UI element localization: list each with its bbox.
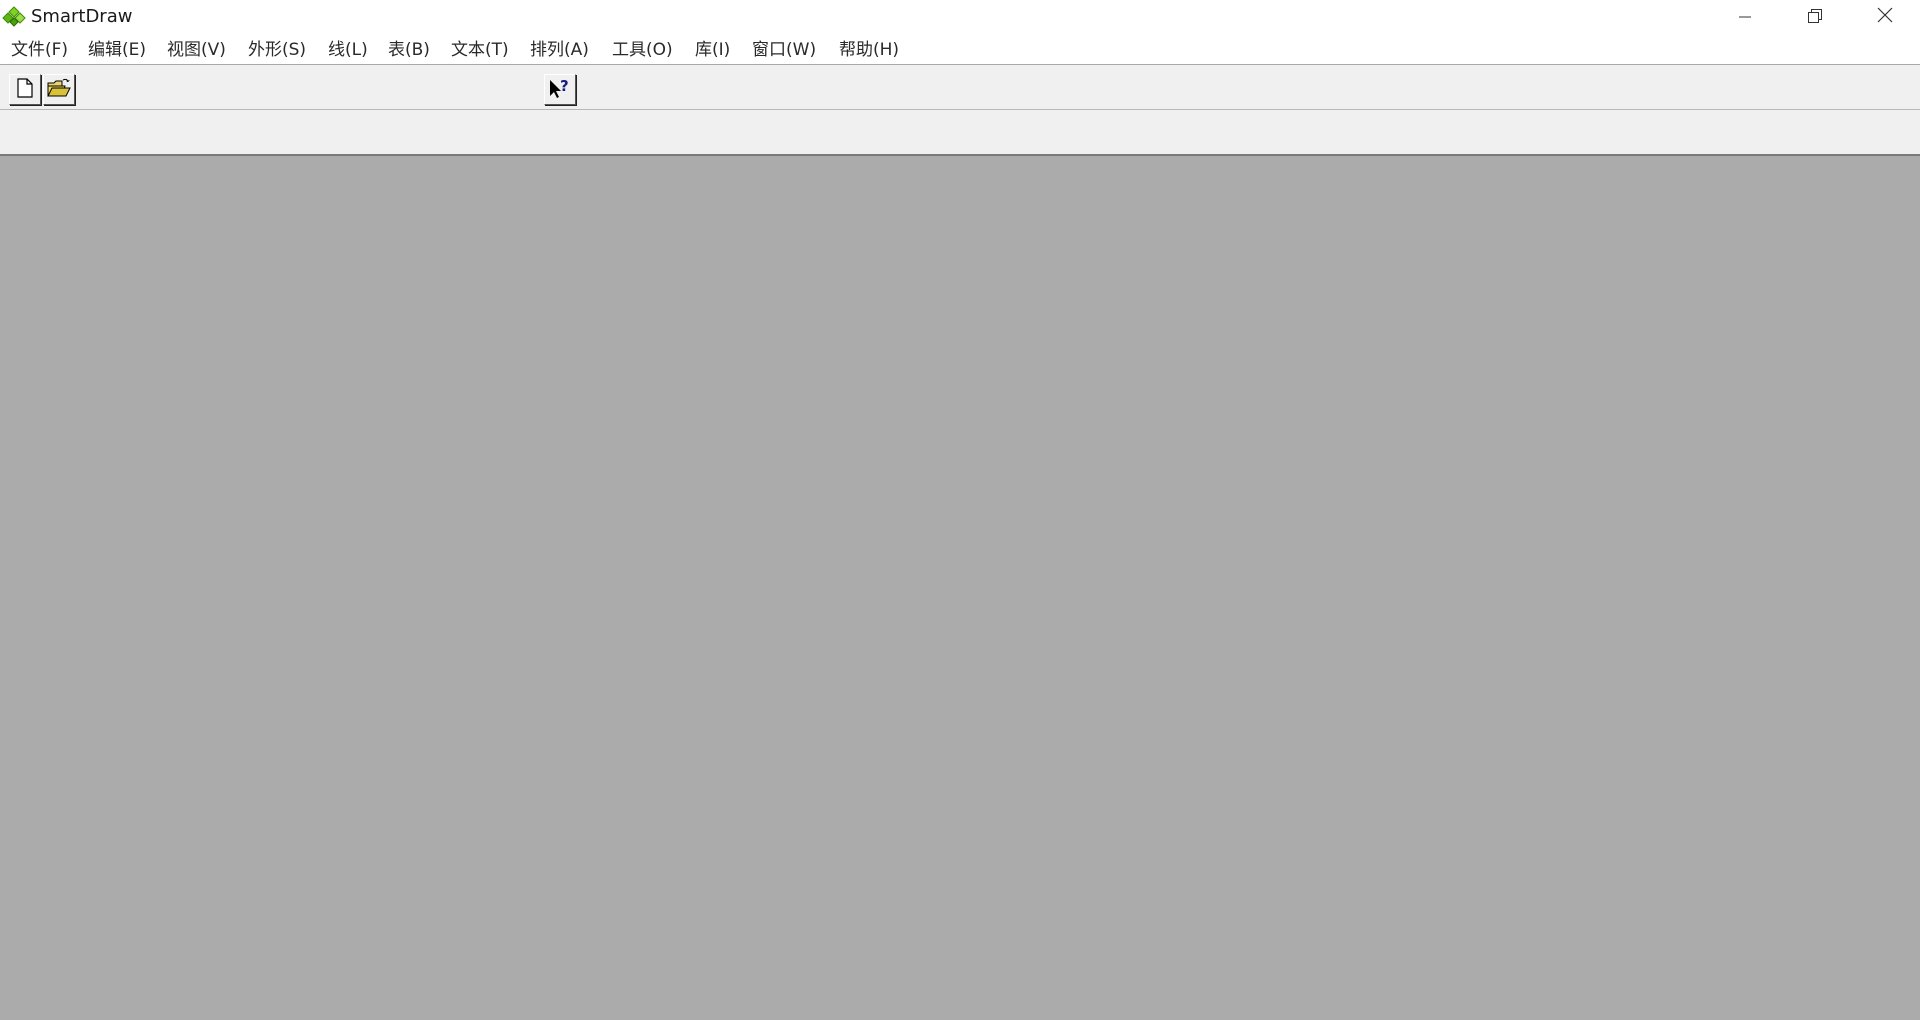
window-title: SmartDraw	[31, 6, 133, 27]
app-window: SmartDraw 文件(F) 编辑(E) 视图(V) 外形(S) 线(L) 表…	[0, 0, 1920, 1020]
new-document-button[interactable]	[9, 74, 41, 105]
title-bar[interactable]: SmartDraw	[0, 0, 1920, 34]
menu-window[interactable]: 窗口(W)	[752, 39, 816, 61]
menu-table[interactable]: 表(B)	[388, 39, 430, 61]
context-help-icon: ?	[547, 76, 573, 104]
menu-text[interactable]: 文本(T)	[451, 39, 509, 61]
restore-icon	[1808, 8, 1822, 27]
new-document-icon	[16, 77, 34, 102]
format-toolbar	[0, 110, 1920, 156]
open-button[interactable]	[43, 74, 75, 105]
menu-arrange[interactable]: 排列(A)	[530, 39, 589, 61]
menu-edit[interactable]: 编辑(E)	[88, 39, 146, 61]
restore-button[interactable]	[1780, 0, 1850, 34]
svg-text:?: ?	[560, 77, 569, 95]
open-folder-icon	[47, 78, 71, 102]
close-icon	[1877, 7, 1893, 27]
menu-view[interactable]: 视图(V)	[167, 39, 226, 61]
menu-help[interactable]: 帮助(H)	[839, 39, 899, 61]
minimize-button[interactable]	[1710, 0, 1780, 34]
close-button[interactable]	[1850, 0, 1920, 34]
document-workspace[interactable]	[0, 156, 1920, 1020]
menu-bar: 文件(F) 编辑(E) 视图(V) 外形(S) 线(L) 表(B) 文本(T) …	[0, 34, 1920, 65]
context-help-button[interactable]: ?	[544, 74, 576, 105]
menu-library[interactable]: 库(I)	[695, 39, 730, 61]
menu-shape[interactable]: 外形(S)	[248, 39, 306, 61]
smartdraw-logo-icon	[2, 6, 26, 28]
minimize-icon	[1739, 8, 1751, 27]
menu-line[interactable]: 线(L)	[328, 39, 368, 61]
menu-tools[interactable]: 工具(O)	[612, 39, 673, 61]
menu-file[interactable]: 文件(F)	[11, 39, 68, 61]
standard-toolbar: ?	[0, 65, 1920, 110]
